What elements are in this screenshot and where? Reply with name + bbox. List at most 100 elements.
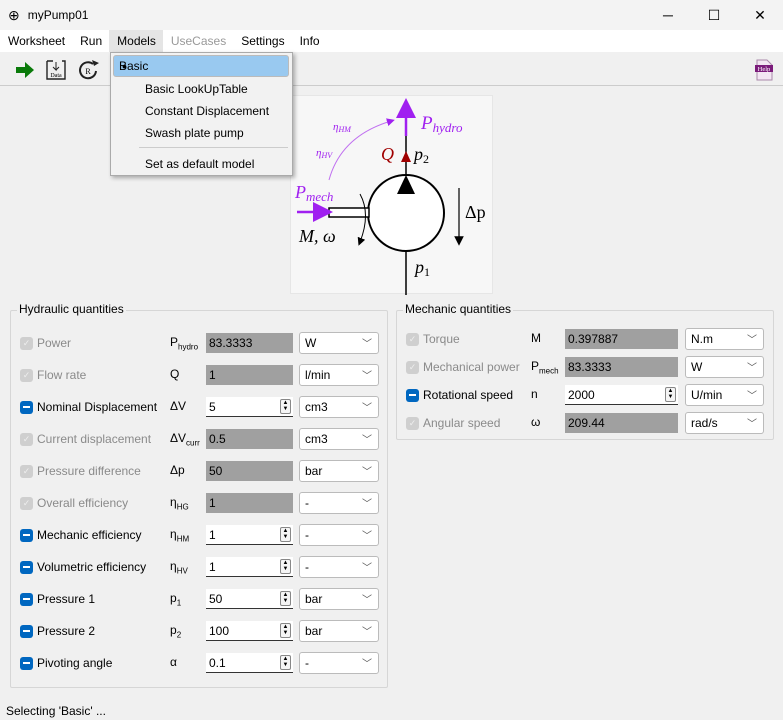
quantity-label: Pressure difference — [37, 464, 141, 478]
menu-worksheet[interactable]: Worksheet — [0, 30, 72, 52]
quantity-label: Pivoting angle — [37, 656, 113, 670]
input-toggle-checkbox[interactable] — [406, 388, 419, 402]
svg-text:Help: Help — [758, 66, 771, 73]
spin-arrows-icon[interactable]: ▲ ▼ — [280, 399, 291, 414]
svg-text:Δp: Δp — [465, 202, 486, 222]
hydraulic-quantities-group: Hydraulic quantities ✓ Power Phydro 83.3333… — [10, 302, 388, 688]
computed-checkbox[interactable]: ✓ — [20, 432, 33, 446]
menu-run[interactable]: Run — [72, 30, 109, 52]
unit-select[interactable]: - ﹀ — [299, 556, 379, 578]
unit-value: bar — [305, 592, 323, 606]
load-data-button[interactable]: Data — [43, 57, 69, 83]
quantity-row-overall-efficiency: ✓ Overall efficiency ηHG 1- ﹀ — [11, 492, 387, 514]
unit-select[interactable]: W ﹀ — [299, 332, 379, 354]
unit-select[interactable]: bar ﹀ — [299, 588, 379, 610]
value-spinbox[interactable]: 1 ▲ ▼ — [206, 557, 293, 577]
quantity-row-pressure-2: Pressure 2 p2 100 ▲ ▼ bar ﹀ — [11, 620, 387, 642]
computed-checkbox[interactable]: ✓ — [20, 368, 33, 382]
menu-item-basic[interactable]: • Basic — [113, 55, 289, 77]
quantity-row-rotational-speed: Rotational speed n 2000 ▲ ▼ U/min ﹀ — [397, 384, 773, 406]
quantity-symbol: ω — [531, 415, 540, 431]
quantity-symbol: p1 — [170, 591, 181, 607]
computed-checkbox[interactable]: ✓ — [20, 464, 33, 478]
symbol-text: M — [531, 330, 541, 345]
quantity-row-power: ✓ Power Phydro 83.3333 W ﹀ — [11, 332, 387, 354]
unit-value: l/min — [305, 368, 331, 382]
help-button[interactable]: Help — [751, 57, 777, 83]
unit-select[interactable]: bar ﹀ — [299, 460, 379, 482]
pump-diagram: Phydro ηHM ηHV Q p2 Pmech M, ω Δp p1 — [290, 95, 493, 295]
value-spinbox[interactable]: 5 ▲ ▼ — [206, 397, 293, 417]
unit-select[interactable]: - ﹀ — [299, 652, 379, 674]
unit-value: - — [305, 656, 309, 670]
menu-item-basic-lookuptable[interactable]: Basic LookUpTable — [113, 77, 289, 99]
unit-select[interactable]: W ﹀ — [685, 356, 764, 378]
unit-select[interactable]: - ﹀ — [299, 492, 379, 514]
maximize-button[interactable]: ☐ — [691, 0, 737, 30]
computed-checkbox[interactable]: ✓ — [406, 360, 419, 374]
menu-item-swash-plate-pump[interactable]: Swash plate pump — [113, 121, 289, 143]
input-toggle-checkbox[interactable] — [20, 560, 33, 574]
spin-arrows-icon[interactable]: ▲ ▼ — [280, 623, 291, 638]
quantity-row-torque: ✓ Torque M 0.397887 N.m ﹀ — [397, 328, 773, 350]
unit-value: - — [305, 528, 309, 542]
quantity-symbol: M — [531, 331, 541, 347]
quantity-symbol: ηHG — [170, 495, 189, 511]
input-toggle-checkbox[interactable] — [20, 656, 33, 670]
close-button[interactable]: ✕ — [737, 0, 783, 30]
chevron-down-icon: ﹀ — [362, 435, 372, 446]
value-text: 83.3333 — [209, 336, 253, 350]
computed-checkbox[interactable]: ✓ — [406, 332, 419, 346]
unit-select[interactable]: N.m ﹀ — [685, 328, 764, 350]
status-bar-text: Selecting 'Basic' ... — [6, 704, 106, 718]
symbol-text: η — [170, 558, 177, 573]
symbol-subscript: HG — [176, 502, 189, 512]
unit-select[interactable]: bar ﹀ — [299, 620, 379, 642]
spin-arrows-icon[interactable]: ▲ ▼ — [280, 527, 291, 542]
unit-value: - — [305, 560, 309, 574]
spin-arrows-icon[interactable]: ▲ ▼ — [280, 559, 291, 574]
computed-checkbox[interactable]: ✓ — [406, 416, 419, 430]
menu-models[interactable]: Models — [109, 30, 163, 52]
help-document-icon: Help — [755, 59, 773, 81]
menu-settings[interactable]: Settings — [233, 30, 291, 52]
symbol-text: ω — [531, 414, 541, 429]
value-spinbox[interactable]: 2000 ▲ ▼ — [565, 385, 678, 405]
quantity-label: Current displacement — [37, 432, 152, 446]
unit-value: bar — [305, 464, 323, 478]
run-button[interactable] — [12, 57, 38, 83]
minimize-button[interactable]: ─ — [645, 0, 691, 30]
spin-arrows-icon[interactable]: ▲ ▼ — [280, 655, 291, 670]
input-toggle-checkbox[interactable] — [20, 592, 33, 606]
chevron-down-icon: ﹀ — [747, 391, 757, 402]
unit-select[interactable]: l/min ﹀ — [299, 364, 379, 386]
selected-bullet: • — [122, 58, 127, 74]
reset-button[interactable]: R — [75, 57, 101, 83]
computed-checkbox[interactable]: ✓ — [20, 336, 33, 350]
unit-select[interactable]: - ﹀ — [299, 524, 379, 546]
computed-checkbox[interactable]: ✓ — [20, 496, 33, 510]
unit-select[interactable]: U/min ﹀ — [685, 384, 764, 406]
value-spinbox[interactable]: 50 ▲ ▼ — [206, 589, 293, 609]
value-spinbox[interactable]: 1 ▲ ▼ — [206, 525, 293, 545]
chevron-down-icon: ﹀ — [362, 627, 372, 638]
unit-select[interactable]: rad/s ﹀ — [685, 412, 764, 434]
unit-select[interactable]: cm3 ﹀ — [299, 428, 379, 450]
spin-arrows-icon[interactable]: ▲ ▼ — [280, 591, 291, 606]
menu-usecases[interactable]: UseCases — [163, 30, 233, 52]
value-text: 1 — [209, 496, 216, 510]
input-toggle-checkbox[interactable] — [20, 624, 33, 638]
symbol-subscript: HM — [176, 534, 190, 544]
unit-select[interactable]: cm3 ﹀ — [299, 396, 379, 418]
input-toggle-checkbox[interactable] — [20, 400, 33, 414]
spin-arrows-icon[interactable]: ▲ ▼ — [665, 387, 676, 402]
menu-info[interactable]: Info — [292, 30, 327, 52]
menu-item-constant-displacement[interactable]: Constant Displacement — [113, 99, 289, 121]
chevron-down-icon: ﹀ — [747, 419, 757, 430]
input-toggle-checkbox[interactable] — [20, 528, 33, 542]
value-spinbox[interactable]: 100 ▲ ▼ — [206, 621, 293, 641]
symbol-text: η — [170, 494, 177, 509]
value-spinbox[interactable]: 0.1 ▲ ▼ — [206, 653, 293, 673]
menu-item-set-default-model[interactable]: Set as default model — [113, 152, 289, 174]
symbol-text: p — [170, 622, 177, 637]
